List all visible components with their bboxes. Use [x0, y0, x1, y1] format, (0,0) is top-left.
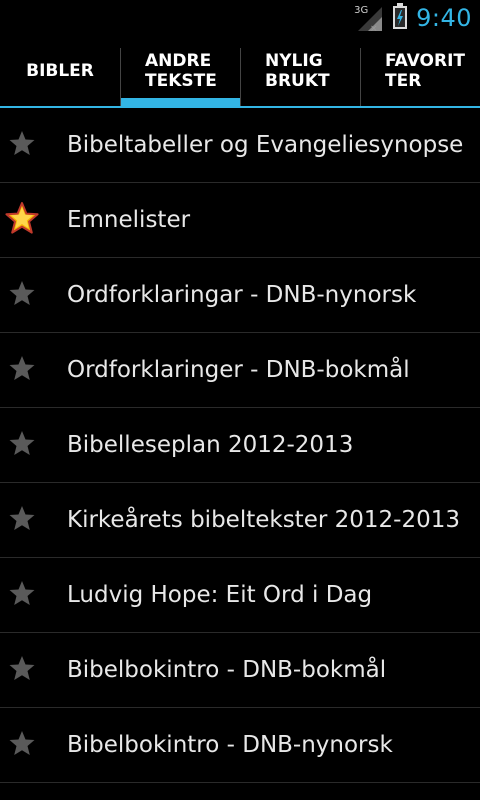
- list-item-label: Ludvig Hope: Eit Ord i Dag: [67, 582, 373, 608]
- list-item[interactable]: Ordforklaringer - DNB-bokmål: [0, 333, 480, 408]
- list-item[interactable]: Bibelleseplan 2012-2013: [0, 408, 480, 483]
- list-item[interactable]: Bibeltabeller og Evangeliesynopse: [0, 108, 480, 183]
- battery-charging-icon: [392, 2, 408, 34]
- tab-bibler[interactable]: BIBLER: [0, 36, 120, 106]
- svg-text:×: ×: [370, 24, 378, 33]
- list-item-label: Bibelbokintro - DNB-bokmål: [67, 657, 387, 683]
- star-icon[interactable]: [4, 276, 40, 312]
- list-item-label: Emnelister: [67, 207, 191, 233]
- star-icon[interactable]: [4, 576, 40, 612]
- signal-icon: × 3G: [354, 3, 384, 33]
- list-item-label: Ordforklaringer - DNB-bokmål: [67, 357, 410, 383]
- list-item[interactable]: Emnelister: [0, 183, 480, 258]
- status-bar: × 3G 9:40: [0, 0, 480, 36]
- list-item-label: Ordforklaringar - DNB-nynorsk: [67, 282, 417, 308]
- star-icon[interactable]: [4, 126, 40, 162]
- star-icon[interactable]: [4, 351, 40, 387]
- list-item[interactable]: Kirkeårets bibeltekster 2012-2013: [0, 483, 480, 558]
- star-favorite-icon[interactable]: [4, 201, 40, 237]
- list-item-label: Bibeltabeller og Evangeliesynopse: [67, 132, 464, 158]
- list-item-label: Kirkeårets bibeltekster 2012-2013: [67, 507, 460, 533]
- clock: 9:40: [416, 4, 472, 32]
- tab-bar: BIBLER ANDRE TEKSTE NYLIG BRUKT FAVORIT …: [0, 36, 480, 108]
- star-icon[interactable]: [4, 726, 40, 762]
- list-item[interactable]: Ordforklaringar - DNB-nynorsk: [0, 258, 480, 333]
- list-item-label: Bibelleseplan 2012-2013: [67, 432, 354, 458]
- text-list: Bibeltabeller og Evangeliesynopse Emneli…: [0, 108, 480, 783]
- star-icon[interactable]: [4, 501, 40, 537]
- tab-favoritter[interactable]: FAVORIT TER: [361, 36, 480, 106]
- list-item[interactable]: Bibelbokintro - DNB-bokmål: [0, 633, 480, 708]
- list-item-label: Bibelbokintro - DNB-nynorsk: [67, 732, 393, 758]
- selected-tab-indicator: [121, 98, 240, 106]
- network-type-label: 3G: [354, 5, 369, 16]
- tab-nylig-brukt[interactable]: NYLIG BRUKT: [241, 36, 360, 106]
- star-icon[interactable]: [4, 651, 40, 687]
- list-item[interactable]: Ludvig Hope: Eit Ord i Dag: [0, 558, 480, 633]
- tab-andre-tekste[interactable]: ANDRE TEKSTE: [121, 36, 240, 106]
- star-icon[interactable]: [4, 426, 40, 462]
- list-item[interactable]: Bibelbokintro - DNB-nynorsk: [0, 708, 480, 783]
- status-icons: × 3G 9:40: [354, 0, 472, 36]
